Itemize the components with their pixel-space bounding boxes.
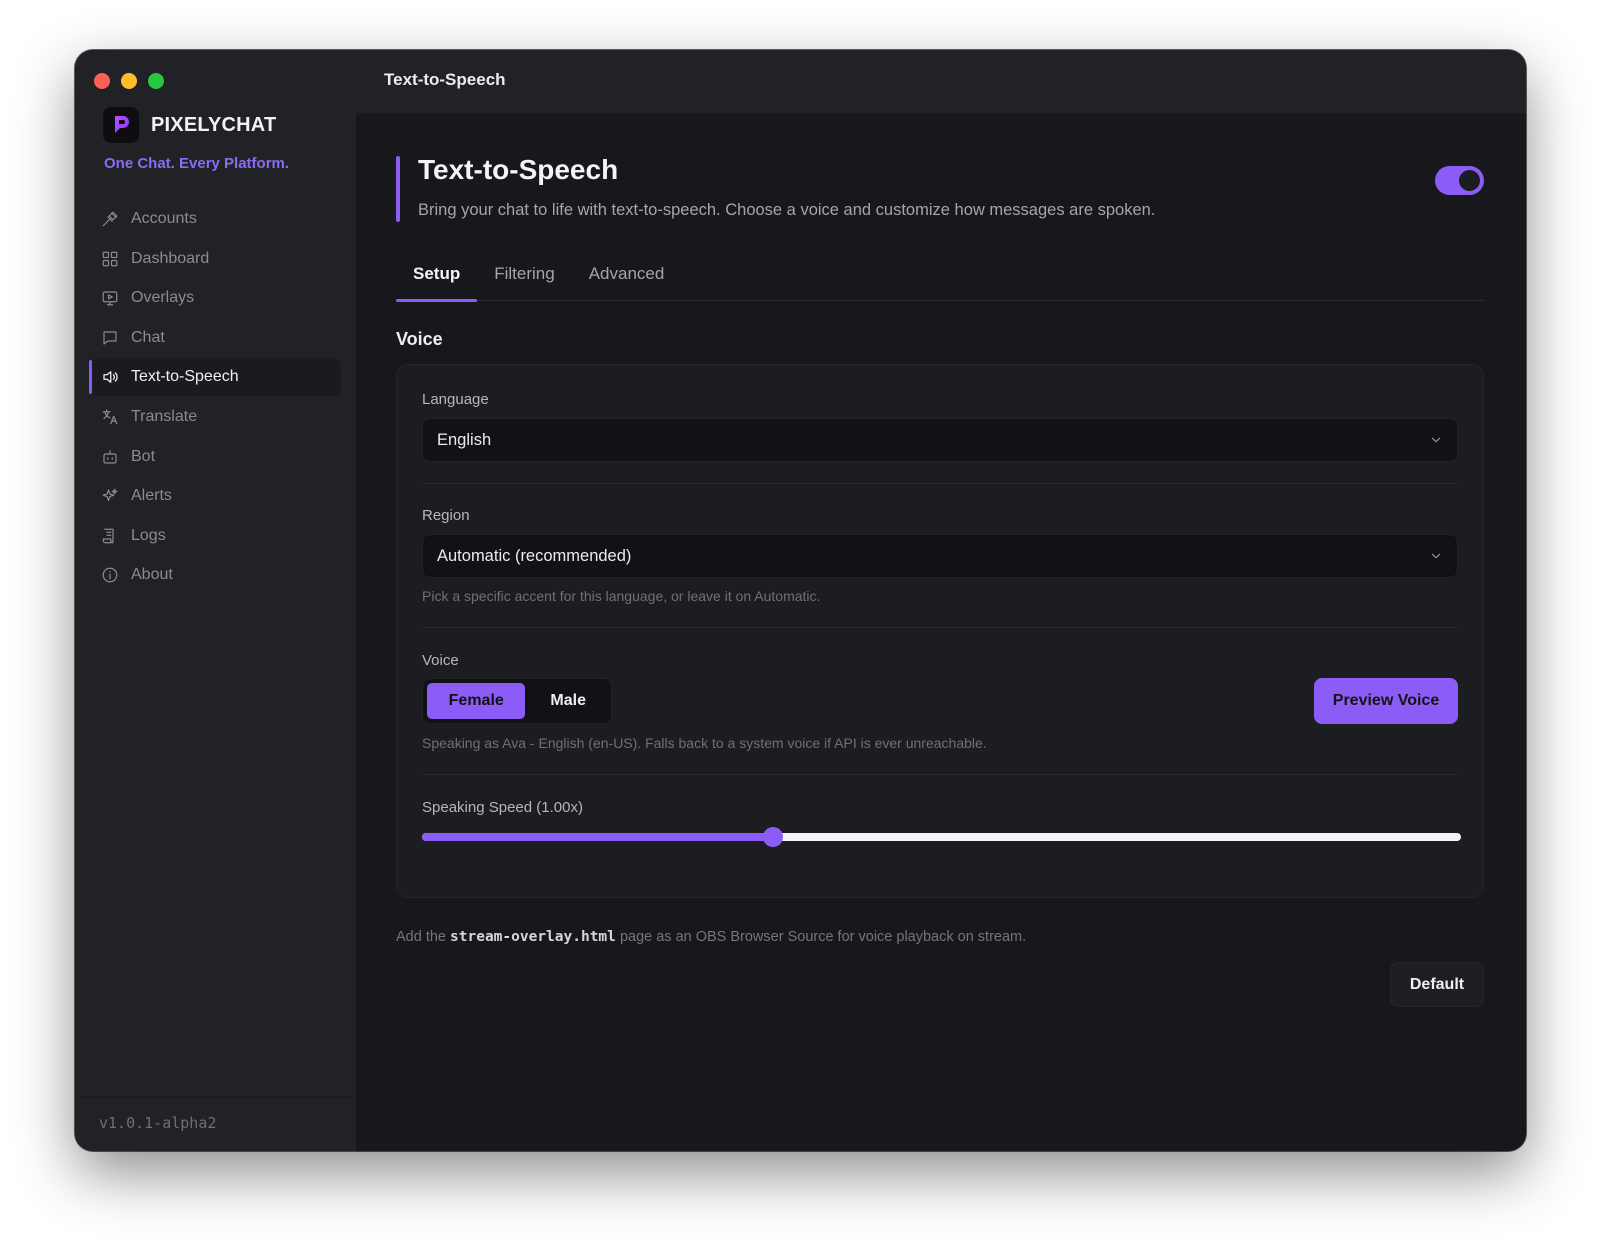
info-icon	[102, 567, 118, 583]
obs-overlay-note: Add the stream-overlay.html page as an O…	[396, 929, 1026, 945]
main-content: Text-to-Speech Bring your chat to life w…	[356, 114, 1526, 1151]
tab-bar: Setup Filtering Advanced	[396, 258, 1484, 302]
header-accent-bar	[396, 156, 400, 222]
sidebar-item-label: Alerts	[131, 487, 172, 505]
sidebar-item-label: Chat	[131, 328, 165, 346]
speaker-icon	[103, 371, 118, 384]
voice-hint: Speaking as Ava - English (en-US). Falls…	[422, 735, 987, 751]
page-title: Text-to-Speech	[418, 154, 619, 185]
sidebar-item-accounts[interactable]: Accounts	[89, 200, 341, 238]
sidebar-item-alerts[interactable]: Alerts	[89, 477, 341, 515]
sidebar-item-dashboard[interactable]: Dashboard	[89, 240, 341, 278]
slider-thumb[interactable]	[763, 827, 784, 847]
app-version: v1.0.1-alpha2	[99, 1114, 217, 1132]
dashboard-icon	[102, 251, 118, 266]
plug-icon	[102, 211, 118, 227]
voice-female-option[interactable]: Female	[427, 683, 526, 719]
sidebar-item-label: About	[131, 566, 173, 584]
sidebar-item-label: Dashboard	[131, 249, 210, 267]
voice-settings-card: Language English Region Automatic (recom…	[396, 364, 1484, 898]
language-value: English	[437, 430, 492, 449]
default-button[interactable]: Default	[1390, 962, 1484, 1007]
sidebar-item-label: Overlays	[131, 289, 195, 307]
titlebar: Text-to-Speech	[356, 50, 1526, 114]
app-window: PIXELYCHAT One Chat. Every Platform. Acc…	[75, 50, 1526, 1151]
sidebar-item-logs[interactable]: Logs	[89, 517, 341, 555]
note-prefix: Add the	[396, 929, 446, 945]
app-tagline: One Chat. Every Platform.	[104, 155, 290, 172]
bot-icon	[103, 449, 117, 464]
sidebar-item-label: Bot	[131, 447, 156, 465]
sidebar-item-about[interactable]: About	[89, 556, 341, 594]
overlay-filename: stream-overlay.html	[450, 929, 616, 945]
speaking-speed-label: Speaking Speed (1.00x)	[422, 799, 583, 816]
monitor-play-icon	[102, 291, 118, 306]
app-name: PIXELYCHAT	[151, 113, 277, 136]
tab-filtering[interactable]: Filtering	[477, 258, 571, 301]
translate-icon	[102, 409, 118, 425]
sidebar-item-bot[interactable]: Bot	[89, 438, 341, 476]
divider	[422, 483, 1458, 484]
voice-label: Voice	[422, 652, 459, 669]
chevron-down-icon	[1431, 437, 1441, 443]
tab-advanced[interactable]: Advanced	[572, 258, 682, 301]
chat-bubble-icon	[103, 331, 117, 345]
note-suffix: page as an OBS Browser Source for voice …	[619, 929, 1027, 945]
region-label: Region	[422, 507, 470, 524]
sidebar-item-translate[interactable]: Translate	[89, 398, 341, 436]
sidebar: PIXELYCHAT One Chat. Every Platform. Acc…	[75, 50, 356, 1151]
sidebar-item-label: Translate	[131, 407, 198, 425]
sidebar-item-label: Logs	[131, 526, 166, 544]
tab-setup[interactable]: Setup	[396, 258, 478, 302]
toggle-knob	[1459, 170, 1480, 191]
tts-enable-toggle[interactable]	[1435, 166, 1484, 195]
region-hint: Pick a specific accent for this language…	[422, 588, 821, 604]
sidebar-item-overlays[interactable]: Overlays	[89, 279, 341, 317]
divider	[422, 774, 1458, 775]
slider-fill	[422, 833, 774, 841]
divider	[422, 627, 1458, 628]
minimize-window-button[interactable]	[121, 73, 137, 89]
sidebar-nav: Accounts Dashboard Overlays Chat Text-to…	[89, 200, 341, 596]
window-title: Text-to-Speech	[384, 70, 506, 89]
preview-voice-button[interactable]: Preview Voice	[1314, 678, 1458, 724]
maximize-window-button[interactable]	[148, 73, 164, 89]
close-window-button[interactable]	[94, 73, 110, 89]
sidebar-item-text-to-speech[interactable]: Text-to-Speech	[89, 358, 341, 397]
speaking-speed-slider[interactable]	[422, 827, 1461, 847]
window-controls	[94, 73, 164, 89]
logs-icon	[102, 528, 114, 544]
region-select[interactable]: Automatic (recommended)	[422, 534, 1458, 578]
sidebar-item-label: Text-to-Speech	[131, 368, 239, 386]
sidebar-item-label: Accounts	[131, 210, 197, 227]
brand: PIXELYCHAT	[103, 107, 276, 143]
language-select[interactable]: English	[422, 418, 1458, 462]
chevron-down-icon	[1431, 553, 1441, 559]
voice-male-option[interactable]: Male	[529, 683, 607, 719]
version-bar: v1.0.1-alpha2	[75, 1096, 356, 1151]
region-value: Automatic (recommended)	[437, 546, 632, 565]
sidebar-item-chat[interactable]: Chat	[89, 319, 341, 357]
voice-section-title: Voice	[396, 329, 443, 349]
language-label: Language	[422, 391, 489, 408]
sparkles-icon	[102, 488, 118, 502]
app-logo-icon	[103, 107, 139, 143]
voice-gender-segmented-control: Female Male	[422, 678, 612, 724]
page-description: Bring your chat to life with text-to-spe…	[418, 201, 1156, 219]
